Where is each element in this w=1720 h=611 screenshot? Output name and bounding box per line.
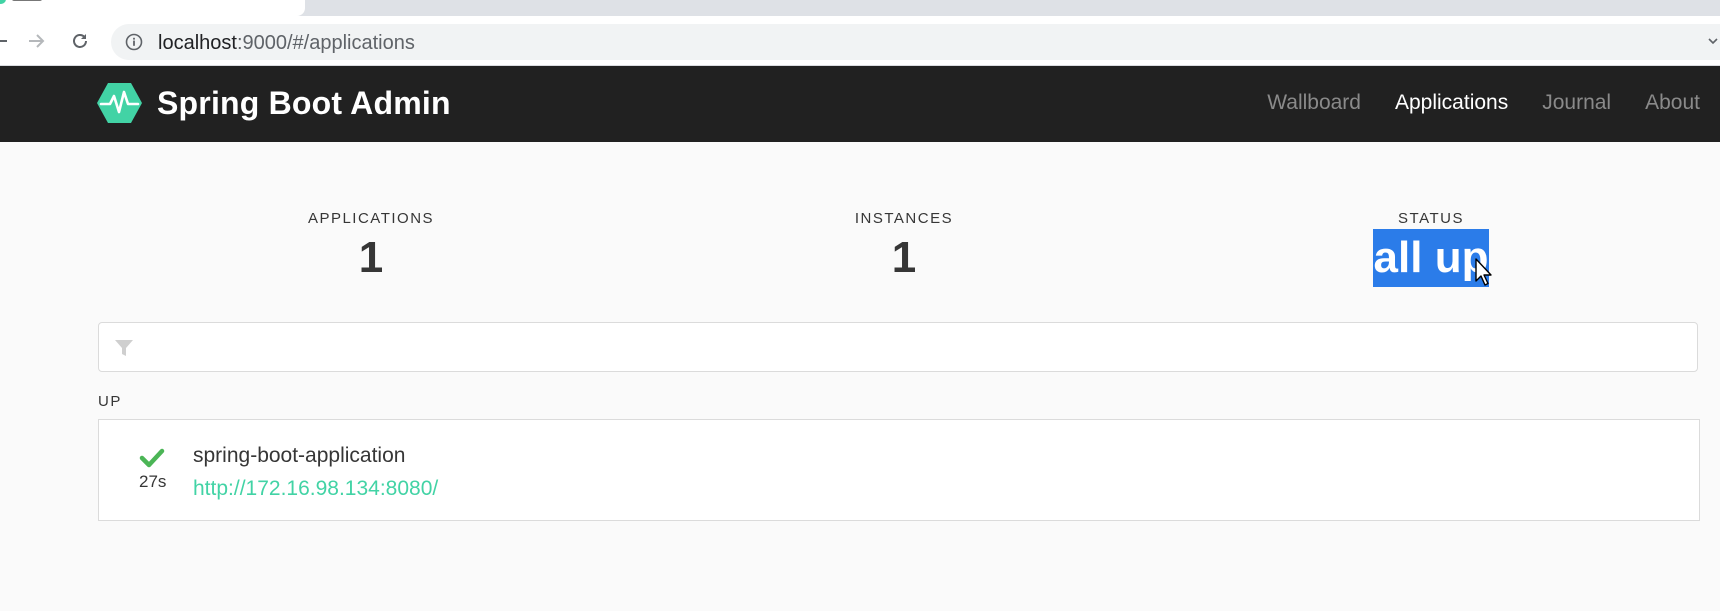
tab-title <box>12 0 42 1</box>
back-button[interactable] <box>0 28 13 54</box>
arrow-left-icon <box>0 40 7 42</box>
status-stat-label: STATUS <box>1398 210 1464 227</box>
instances-count: 1 <box>891 233 917 282</box>
mouse-pointer-icon <box>1475 258 1492 286</box>
nav-link-applications[interactable]: Applications <box>1395 91 1508 115</box>
filter-icon <box>115 340 133 356</box>
filter-input[interactable] <box>147 323 1687 371</box>
application-row[interactable]: 27s spring-boot-application http://172.1… <box>98 419 1700 521</box>
browser-tab-strip <box>0 0 1720 16</box>
applications-stat: APPLICATIONS 1 <box>221 210 521 283</box>
check-icon <box>139 448 165 468</box>
browser-tab[interactable] <box>0 0 305 16</box>
nav-link-journal[interactable]: Journal <box>1542 91 1611 115</box>
status-value[interactable]: all up <box>1372 229 1490 287</box>
application-name: spring-boot-application <box>193 444 406 467</box>
heartbeat-logo-icon <box>97 83 142 123</box>
status-stat: STATUS all up <box>1281 210 1581 287</box>
chevron-down-icon[interactable] <box>1708 36 1718 46</box>
reload-button[interactable] <box>67 28 93 54</box>
browser-toolbar: localhost:9000/#/applications <box>0 16 1720 66</box>
applications-count: 1 <box>358 233 384 282</box>
arrow-right-icon <box>29 34 45 48</box>
brand[interactable]: Spring Boot Admin <box>97 82 451 124</box>
forward-button[interactable] <box>23 28 49 54</box>
info-icon[interactable] <box>125 33 143 51</box>
application-url-link[interactable]: http://172.16.98.134:8080/ <box>193 477 438 501</box>
filter-field[interactable] <box>98 322 1698 372</box>
main-nav: Wallboard Applications Journal About <box>1233 91 1700 115</box>
url-host: localhost <box>158 32 237 54</box>
instances-stat: INSTANCES 1 <box>754 210 1054 283</box>
applications-stat-label: APPLICATIONS <box>307 210 435 227</box>
address-bar[interactable]: localhost:9000/#/applications <box>111 24 1720 60</box>
reload-icon <box>73 34 87 48</box>
url-text[interactable]: localhost:9000/#/applications <box>158 33 415 53</box>
nav-link-wallboard[interactable]: Wallboard <box>1267 91 1361 115</box>
application-uptime: 27s <box>139 472 167 491</box>
app-navbar: Spring Boot Admin Wallboard Applications… <box>0 66 1720 142</box>
status-group-label: UP <box>98 393 122 410</box>
nav-link-about[interactable]: About <box>1645 91 1700 115</box>
url-path: :9000/#/applications <box>236 32 415 54</box>
app-title: Spring Boot Admin <box>157 84 451 121</box>
tab-favicon-icon <box>0 0 6 4</box>
instances-stat-label: INSTANCES <box>854 210 954 227</box>
